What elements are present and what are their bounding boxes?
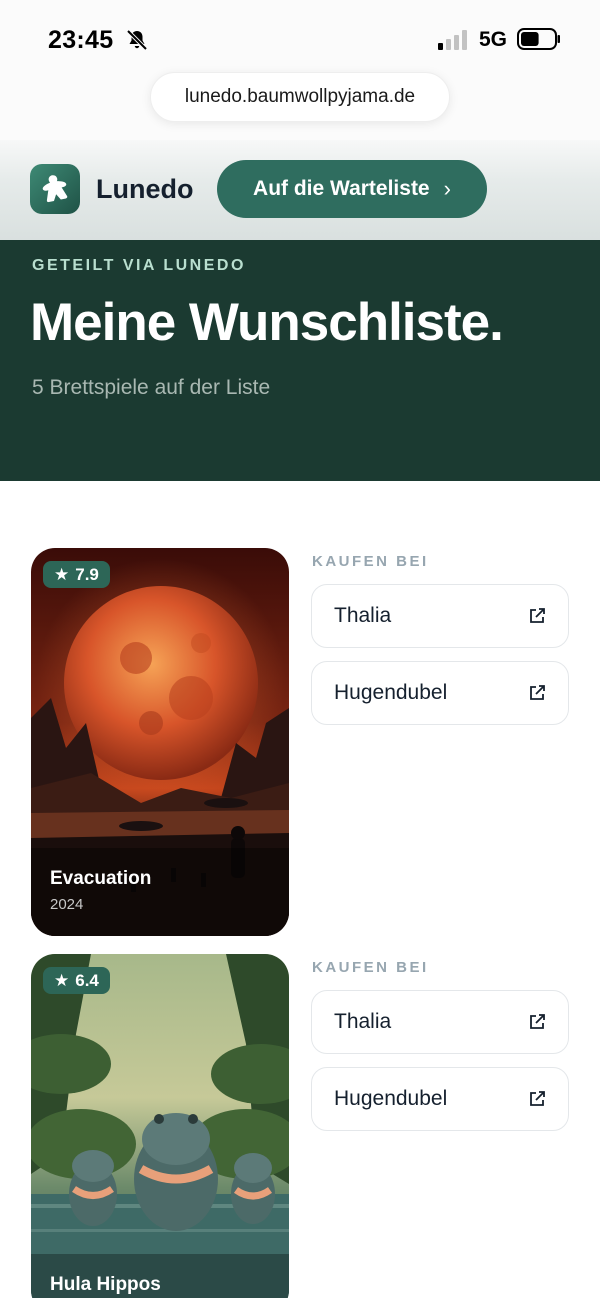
game-year: 2024 xyxy=(50,896,84,913)
game-card-evacuation[interactable]: ★ 7.9 Evacuation 2024 xyxy=(31,548,289,936)
rating-value: 6.4 xyxy=(75,970,99,990)
buy-at-label: KAUFEN BEI xyxy=(312,553,429,570)
external-link-icon xyxy=(530,1091,545,1106)
brand-name: Lunedo xyxy=(96,174,194,204)
brand-logo[interactable] xyxy=(30,164,80,214)
shop-name: Hugendubel xyxy=(334,1087,448,1110)
rating-badge: ★ 7.9 xyxy=(43,561,110,588)
star-icon: ★ xyxy=(54,564,70,584)
shop-name: Thalia xyxy=(334,604,392,627)
shop-link-hugendubel[interactable]: Hugendubel xyxy=(311,661,569,725)
url-text: lunedo.baumwollpyjama.de xyxy=(184,86,416,107)
game-cover-image xyxy=(31,954,289,1298)
star-icon: ★ xyxy=(54,970,70,990)
rating-badge: ★ 6.4 xyxy=(43,967,110,994)
external-link-icon xyxy=(530,685,545,700)
list-count: 5 Brettspiele auf der Liste xyxy=(32,376,271,399)
game-title: Evacuation xyxy=(50,868,152,889)
waitlist-button-label: Auf die Warteliste xyxy=(253,177,430,200)
buy-at-label: KAUFEN BEI xyxy=(312,959,429,976)
shop-name: Hugendubel xyxy=(334,681,448,704)
chevron-right-icon: › xyxy=(443,176,451,201)
status-bar: 23:45 5G xyxy=(0,0,600,74)
shop-name: Thalia xyxy=(334,1010,392,1033)
status-time: 23:45 xyxy=(48,26,114,54)
waitlist-button[interactable]: Auf die Warteliste › xyxy=(217,160,487,218)
shop-link-thalia[interactable]: Thalia xyxy=(311,584,569,648)
battery-icon xyxy=(517,28,560,50)
network-type: 5G xyxy=(479,28,508,51)
rating-value: 7.9 xyxy=(75,564,99,584)
page-title: Meine Wunschliste. xyxy=(30,293,504,352)
game-title: Hula Hippos xyxy=(50,1274,161,1295)
address-bar[interactable]: lunedo.baumwollpyjama.de xyxy=(150,72,450,122)
shop-link-hugendubel[interactable]: Hugendubel xyxy=(311,1067,569,1131)
meeple-icon xyxy=(42,175,68,203)
signal-icon xyxy=(438,30,467,50)
shared-via-label: GETEILT VIA LUNEDO xyxy=(32,257,246,274)
hero-section xyxy=(0,240,600,481)
external-link-icon xyxy=(530,1014,545,1029)
external-link-icon xyxy=(530,608,545,623)
bell-slash-icon xyxy=(126,29,148,51)
shop-link-thalia[interactable]: Thalia xyxy=(311,990,569,1054)
game-card-hula-hippos[interactable]: ★ 6.4 Hula Hippos xyxy=(31,954,289,1298)
